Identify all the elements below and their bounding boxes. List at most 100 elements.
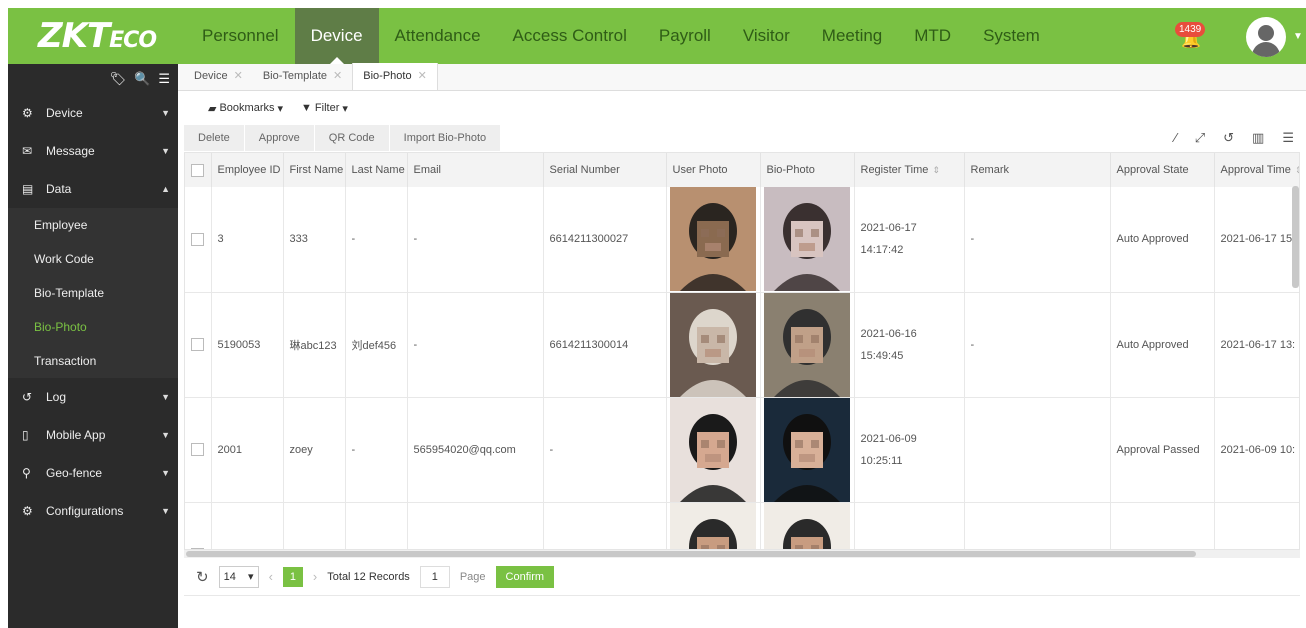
next-page-button[interactable]: › bbox=[313, 569, 317, 584]
confirm-button[interactable]: Confirm bbox=[495, 565, 555, 588]
col-email[interactable]: Email bbox=[407, 153, 544, 187]
notification-button[interactable]: 🔔 1439 bbox=[1172, 18, 1212, 54]
sort-icon[interactable]: ⇕ bbox=[932, 165, 940, 175]
sidebar-item-employee[interactable]: Employee bbox=[8, 208, 178, 242]
tab-bio-template[interactable]: Bio-Template ✕ bbox=[253, 63, 352, 90]
cell-employee-id: 2001 bbox=[211, 397, 284, 503]
sidebar-group-log[interactable]: ↺ Log ▼ bbox=[8, 378, 178, 416]
cell-approval-state: Auto Approved bbox=[1110, 292, 1215, 398]
cell-last-name: - bbox=[345, 397, 408, 503]
menu-system[interactable]: System bbox=[967, 8, 1056, 64]
page-number-input[interactable]: 1 bbox=[419, 565, 450, 588]
bio-photo-thumbnail[interactable] bbox=[764, 502, 850, 549]
row-checkbox[interactable] bbox=[185, 292, 212, 398]
expand-icon[interactable]: ⤢ bbox=[1195, 130, 1205, 146]
close-icon[interactable]: ✕ bbox=[333, 70, 342, 82]
refresh-icon[interactable]: ↺ bbox=[1223, 130, 1234, 146]
cell-bio-photo bbox=[760, 187, 855, 293]
settings-sliders-icon[interactable]: ☰ bbox=[1282, 130, 1294, 146]
col-remark[interactable]: Remark bbox=[964, 153, 1111, 187]
cell-user-photo bbox=[666, 187, 761, 293]
bio-photo-thumbnail[interactable] bbox=[764, 397, 850, 501]
sidebar-item-work-code[interactable]: Work Code bbox=[8, 242, 178, 276]
cell-register-time: 2021-06-16 15:49:45 bbox=[854, 292, 965, 398]
columns-icon[interactable]: ▥ bbox=[1252, 130, 1264, 146]
action-bar: Delete Approve QR Code Import Bio-Photo bbox=[184, 125, 502, 151]
row-checkbox[interactable] bbox=[185, 187, 212, 293]
current-page-button[interactable]: 1 bbox=[282, 566, 303, 587]
approve-button[interactable]: Approve bbox=[244, 125, 315, 151]
cell-approval-time: 2021-06-17 15: bbox=[1214, 187, 1299, 293]
user-photo-thumbnail[interactable] bbox=[670, 187, 756, 291]
prev-page-button[interactable]: ‹ bbox=[269, 569, 273, 584]
vertical-scrollbar[interactable] bbox=[1292, 186, 1299, 288]
sidebar-item-bio-template[interactable]: Bio-Template bbox=[8, 276, 178, 310]
filter-button[interactable]: ▼ Filter ▾ bbox=[301, 102, 348, 115]
table-row[interactable]: 3 333- -6614211300027 2021-06-17 14:17:42- Au… bbox=[185, 187, 1299, 293]
row-checkbox[interactable] bbox=[185, 502, 212, 549]
zkteco-logo: ZKTECO bbox=[37, 16, 157, 56]
import-bio-photo-button[interactable]: Import Bio-Photo bbox=[389, 125, 502, 151]
cell-approval-state: Auto Approved bbox=[1110, 187, 1215, 293]
close-icon[interactable]: ✕ bbox=[418, 70, 427, 82]
col-approval-state[interactable]: Approval State bbox=[1110, 153, 1215, 187]
sidebar-group-device[interactable]: ⚙ Device ▼ bbox=[8, 94, 178, 132]
user-avatar[interactable] bbox=[1246, 17, 1286, 57]
search-icon[interactable]: 🔍 bbox=[134, 71, 150, 87]
col-last-name[interactable]: Last Name bbox=[345, 153, 408, 187]
cell-serial bbox=[543, 502, 667, 549]
cogs-icon: ⚙ bbox=[22, 504, 33, 518]
user-photo-thumbnail[interactable] bbox=[670, 292, 756, 396]
qr-code-button[interactable]: QR Code bbox=[314, 125, 390, 151]
refresh-icon[interactable]: ↻ bbox=[196, 568, 209, 586]
page-size-select[interactable]: 14 ▾ bbox=[218, 565, 259, 588]
sidebar-group-geo-fence[interactable]: ⚲ Geo-fence ▼ bbox=[8, 454, 178, 492]
device-icon: ⚙ bbox=[22, 106, 33, 120]
magic-wand-icon[interactable]: ⁄ bbox=[1175, 130, 1177, 146]
tag-icon[interactable]: 🏷 bbox=[110, 71, 127, 87]
database-icon: ▤ bbox=[22, 182, 34, 196]
table-row[interactable]: 2001 zoey -565954020@qq.com -2021-06-09 10:2… bbox=[185, 397, 1299, 503]
delete-button[interactable]: Delete bbox=[184, 125, 245, 151]
main-content: Device ✕ Bio-Template ✕ Bio-Photo ✕ ▰ Bookm… bbox=[178, 63, 1306, 628]
sort-icon[interactable]: ⇕ bbox=[1295, 165, 1299, 175]
sidebar-group-mobile-app[interactable]: ▯ Mobile App ▼ bbox=[8, 416, 178, 454]
history-icon: ↺ bbox=[22, 390, 33, 404]
select-all-checkbox[interactable] bbox=[185, 153, 212, 187]
menu-meeting[interactable]: Meeting bbox=[806, 8, 898, 64]
sidebar-item-bio-photo[interactable]: Bio-Photo bbox=[8, 310, 178, 344]
bio-photo-thumbnail[interactable] bbox=[764, 292, 850, 396]
cell-approval-time bbox=[1214, 502, 1299, 549]
bookmarks-button[interactable]: ▰ Bookmarks ▾ bbox=[208, 102, 283, 115]
menu-attendance[interactable]: Attendance bbox=[379, 8, 497, 64]
sidebar-group-configurations[interactable]: ⚙ Configurations ▼ bbox=[8, 492, 178, 530]
col-approval-time[interactable]: Approval Time⇕ bbox=[1214, 153, 1299, 187]
chevron-down-icon: ▼ bbox=[161, 468, 170, 478]
sidebar-item-transaction[interactable]: Transaction bbox=[8, 344, 178, 378]
menu-visitor[interactable]: Visitor bbox=[727, 8, 806, 64]
sidebar-group-message[interactable]: ✉ Message ▼ bbox=[8, 132, 178, 170]
row-checkbox[interactable] bbox=[185, 397, 212, 503]
tab-bio-photo[interactable]: Bio-Photo ✕ bbox=[352, 63, 438, 90]
menu-collapse-icon[interactable]: ☰ bbox=[158, 71, 170, 87]
col-employee-id[interactable]: Employee ID bbox=[211, 153, 284, 187]
table-row[interactable]: 5190053 琳abc123 刘def456-6614211300014 2021-… bbox=[185, 292, 1299, 398]
chevron-down-icon[interactable]: ▼ bbox=[1293, 31, 1303, 42]
close-icon[interactable]: ✕ bbox=[234, 70, 243, 82]
menu-personnel[interactable]: Personnel bbox=[186, 8, 295, 64]
col-register-time[interactable]: Register Time ⇕ bbox=[854, 153, 965, 187]
user-photo-thumbnail[interactable] bbox=[670, 397, 756, 501]
user-photo-thumbnail[interactable] bbox=[670, 502, 756, 549]
bio-photo-thumbnail[interactable] bbox=[764, 187, 850, 291]
col-first-name[interactable]: First Name bbox=[283, 153, 346, 187]
horizontal-scrollbar[interactable] bbox=[184, 550, 1300, 558]
table-row[interactable]: 2021-06-02 bbox=[185, 502, 1299, 549]
main-menu: Personnel Device Attendance Access Contr… bbox=[186, 8, 1056, 64]
sidebar-group-data[interactable]: ▤ Data ▲ bbox=[8, 170, 178, 208]
col-serial-number[interactable]: Serial Number bbox=[543, 153, 667, 187]
menu-device[interactable]: Device bbox=[294, 8, 379, 64]
tab-device[interactable]: Device ✕ bbox=[184, 63, 253, 90]
menu-mtd[interactable]: MTD bbox=[898, 8, 967, 64]
menu-access-control[interactable]: Access Control bbox=[497, 8, 643, 64]
menu-payroll[interactable]: Payroll bbox=[643, 8, 727, 64]
